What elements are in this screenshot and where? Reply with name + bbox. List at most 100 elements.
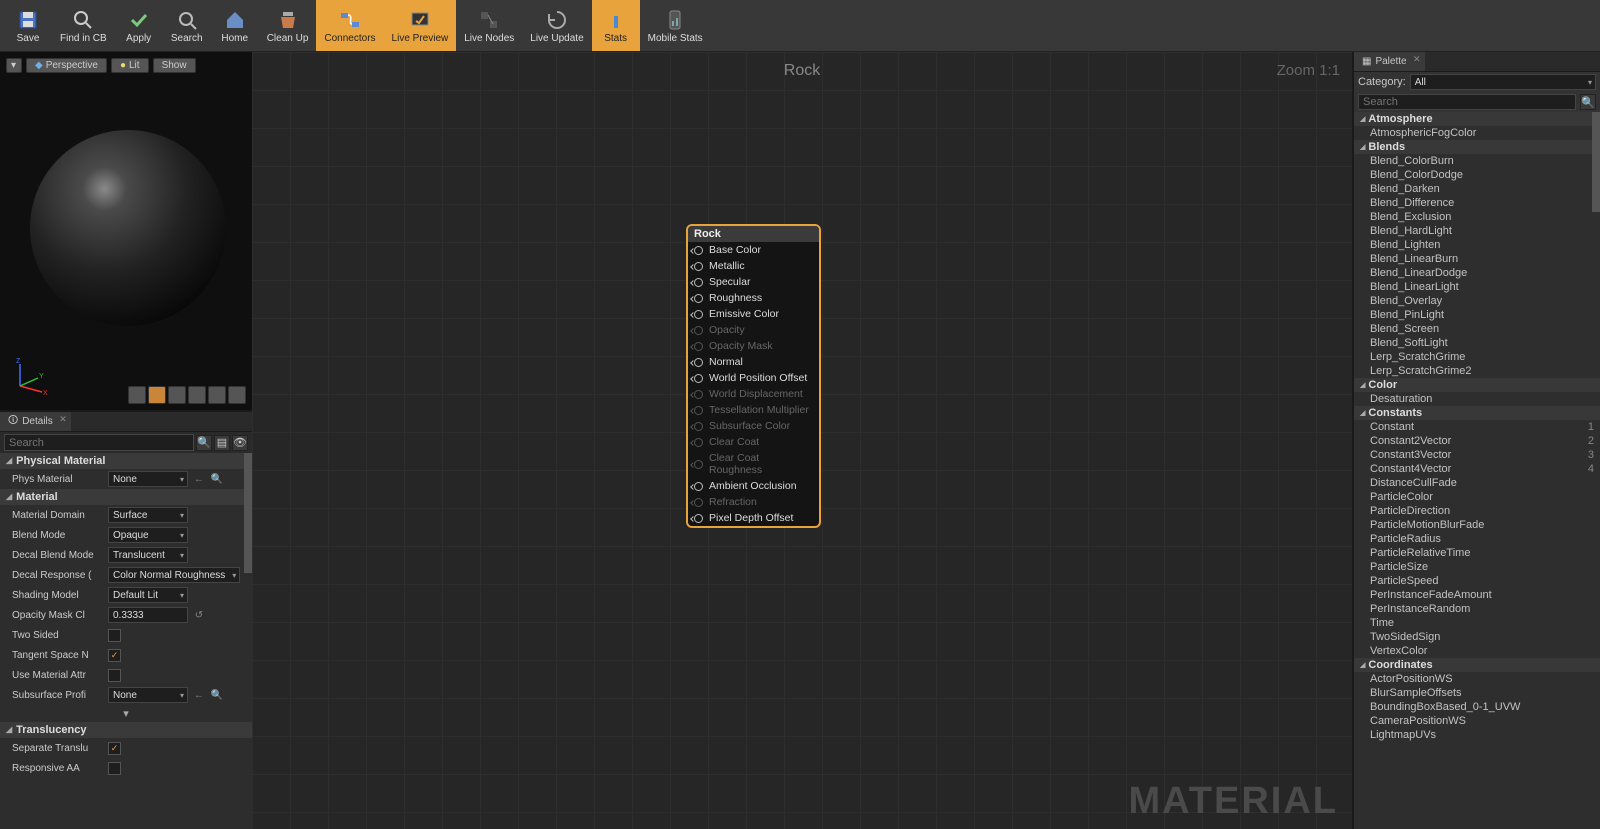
palette-category-color[interactable]: Color <box>1354 378 1600 392</box>
palette-item[interactable]: Blend_Lighten <box>1354 238 1600 252</box>
search-icon[interactable]: 🔍 <box>1580 94 1596 110</box>
pin-emissive-color[interactable]: Emissive Color <box>688 306 819 322</box>
lit-mode-dropdown[interactable]: ●Lit <box>111 58 149 73</box>
shape-sphere-button[interactable] <box>148 386 166 404</box>
use-selected-icon[interactable]: ← <box>192 688 206 702</box>
live-preview-button[interactable]: Live Preview <box>384 0 457 51</box>
shape-cube-button[interactable] <box>188 386 206 404</box>
palette-search-input[interactable] <box>1358 94 1576 110</box>
palette-item[interactable]: Blend_Darken <box>1354 182 1600 196</box>
palette-item[interactable]: ActorPositionWS <box>1354 672 1600 686</box>
pin-socket-icon[interactable] <box>694 482 703 491</box>
palette-item[interactable]: Constant4Vector4 <box>1354 462 1600 476</box>
decal-blend-mode-dropdown[interactable]: Translucent <box>108 547 188 563</box>
pin-metallic[interactable]: Metallic <box>688 258 819 274</box>
palette-item[interactable]: PerInstanceFadeAmount <box>1354 588 1600 602</box>
shading-model-dropdown[interactable]: Default Lit <box>108 587 188 603</box>
palette-item[interactable]: ParticleMotionBlurFade <box>1354 518 1600 532</box>
palette-category-coordinates[interactable]: Coordinates <box>1354 658 1600 672</box>
phys-material-dropdown[interactable]: None <box>108 471 188 487</box>
pin-roughness[interactable]: Roughness <box>688 290 819 306</box>
subsurface-profile-dropdown[interactable]: None <box>108 687 188 703</box>
viewport-menu-dropdown[interactable]: ▾ <box>6 58 22 73</box>
pin-socket-icon[interactable] <box>694 278 703 287</box>
palette-item[interactable]: VertexColor <box>1354 644 1600 658</box>
palette-item[interactable]: AtmosphericFogColor <box>1354 126 1600 140</box>
palette-item[interactable]: Blend_ColorDodge <box>1354 168 1600 182</box>
pin-ambient-occlusion[interactable]: Ambient Occlusion <box>688 478 819 494</box>
close-icon[interactable]: ✕ <box>1413 54 1421 65</box>
separate-translucency-checkbox[interactable] <box>108 742 121 755</box>
palette-item[interactable]: Blend_Screen <box>1354 322 1600 336</box>
pin-socket-icon[interactable] <box>694 514 703 523</box>
palette-item[interactable]: Blend_LinearDodge <box>1354 266 1600 280</box>
pin-socket-icon[interactable] <box>694 374 703 383</box>
material-graph[interactable]: Rock Zoom 1:1 MATERIAL Rock Base ColorMe… <box>252 52 1352 829</box>
decal-response-dropdown[interactable]: Color Normal Roughness <box>108 567 240 583</box>
palette-item[interactable]: Blend_Overlay <box>1354 294 1600 308</box>
scrollbar-thumb[interactable] <box>1592 112 1600 212</box>
eye-icon[interactable]: 👁 <box>232 435 248 451</box>
clean-button[interactable]: Clean Up <box>259 0 317 51</box>
opacity-mask-input[interactable] <box>108 607 188 623</box>
pin-base-color[interactable]: Base Color <box>688 242 819 258</box>
palette-item[interactable]: Lerp_ScratchGrime2 <box>1354 364 1600 378</box>
view-mode-dropdown[interactable]: ◆Perspective <box>26 58 107 73</box>
category-dropdown[interactable]: All <box>1410 74 1596 90</box>
use-material-attr-checkbox[interactable] <box>108 669 121 682</box>
palette-item[interactable]: Blend_Difference <box>1354 196 1600 210</box>
palette-item[interactable]: Constant2Vector2 <box>1354 434 1600 448</box>
pin-socket-icon[interactable] <box>694 246 703 255</box>
palette-item[interactable]: Blend_Exclusion <box>1354 210 1600 224</box>
palette-item[interactable]: ParticleSize <box>1354 560 1600 574</box>
palette-item[interactable]: ParticleDirection <box>1354 504 1600 518</box>
palette-item[interactable]: TwoSidedSign <box>1354 630 1600 644</box>
stats-button[interactable]: Stats <box>592 0 640 51</box>
section-physical-material[interactable]: Physical Material <box>0 453 252 469</box>
pin-world-position-offset[interactable]: World Position Offset <box>688 370 819 386</box>
mobile-stats-button[interactable]: Mobile Stats <box>640 0 711 51</box>
palette-item[interactable]: ParticleRelativeTime <box>1354 546 1600 560</box>
search-icon[interactable]: 🔍 <box>196 435 212 451</box>
palette-item[interactable]: ParticleColor <box>1354 490 1600 504</box>
section-material[interactable]: Material <box>0 489 252 505</box>
shape-viewport-button[interactable] <box>228 386 246 404</box>
palette-item[interactable]: Time <box>1354 616 1600 630</box>
pin-normal[interactable]: Normal <box>688 354 819 370</box>
close-icon[interactable]: ✕ <box>59 414 67 425</box>
details-search-input[interactable] <box>4 434 194 451</box>
pin-pixel-depth-offset[interactable]: Pixel Depth Offset <box>688 510 819 526</box>
details-tab[interactable]: 🛈 Details ✕ <box>0 412 71 431</box>
scrollbar-thumb[interactable] <box>244 453 252 573</box>
pin-socket-icon[interactable] <box>694 358 703 367</box>
palette-item[interactable]: ParticleSpeed <box>1354 574 1600 588</box>
pin-socket-icon[interactable] <box>694 294 703 303</box>
tangent-space-checkbox[interactable] <box>108 649 121 662</box>
live-nodes-button[interactable]: Live Nodes <box>456 0 522 51</box>
palette-item[interactable]: DistanceCullFade <box>1354 476 1600 490</box>
shape-mesh-button[interactable] <box>208 386 226 404</box>
palette-item[interactable]: Blend_ColorBurn <box>1354 154 1600 168</box>
palette-list[interactable]: AtmosphereAtmosphericFogColorBlendsBlend… <box>1354 112 1600 829</box>
use-selected-icon[interactable]: ← <box>192 472 206 486</box>
palette-item[interactable]: Blend_LinearLight <box>1354 280 1600 294</box>
preview-viewport[interactable]: ▾ ◆Perspective ●Lit Show Z X Y <box>0 52 252 412</box>
palette-category-atmosphere[interactable]: Atmosphere <box>1354 112 1600 126</box>
connectors-button[interactable]: Connectors <box>316 0 383 51</box>
browse-icon[interactable]: 🔍 <box>210 688 224 702</box>
palette-item[interactable]: Lerp_ScratchGrime <box>1354 350 1600 364</box>
apply-button[interactable]: Apply <box>115 0 163 51</box>
reset-icon[interactable]: ↺ <box>192 608 206 622</box>
palette-item[interactable]: BlurSampleOffsets <box>1354 686 1600 700</box>
palette-category-constants[interactable]: Constants <box>1354 406 1600 420</box>
palette-item[interactable]: CameraPositionWS <box>1354 714 1600 728</box>
pin-specular[interactable]: Specular <box>688 274 819 290</box>
palette-item[interactable]: Constant3Vector3 <box>1354 448 1600 462</box>
blend-mode-dropdown[interactable]: Opaque <box>108 527 188 543</box>
search-button[interactable]: Search <box>163 0 211 51</box>
find-button[interactable]: Find in CB <box>52 0 115 51</box>
browse-icon[interactable]: 🔍 <box>210 472 224 486</box>
material-output-node[interactable]: Rock Base ColorMetallicSpecularRoughness… <box>686 224 821 528</box>
responsive-aa-checkbox[interactable] <box>108 762 121 775</box>
palette-tab[interactable]: ▦ Palette ✕ <box>1354 52 1425 71</box>
